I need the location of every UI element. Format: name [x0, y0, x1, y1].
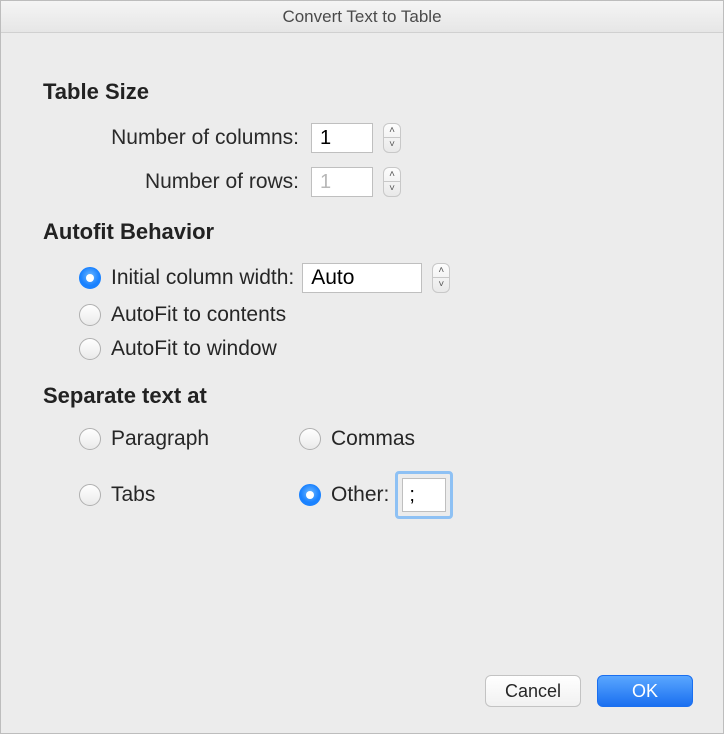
- cell-other: Other:: [299, 471, 619, 519]
- label-autofit-contents: AutoFit to contents: [111, 303, 286, 327]
- radio-tabs[interactable]: [79, 484, 101, 506]
- label-number-of-columns: Number of columns:: [25, 126, 305, 150]
- section-heading-table-size: Table Size: [43, 79, 699, 105]
- dialog-title: Convert Text to Table: [1, 1, 723, 33]
- ok-button[interactable]: OK: [597, 675, 693, 707]
- radio-initial-column-width[interactable]: [79, 267, 101, 289]
- cell-paragraph: Paragraph: [79, 427, 299, 451]
- radio-other[interactable]: [299, 484, 321, 506]
- radio-row-initial-width: Initial column width: ˄ ˅: [79, 263, 699, 293]
- cell-commas: Commas: [299, 427, 619, 451]
- cancel-button[interactable]: Cancel: [485, 675, 581, 707]
- stepper-up-icon[interactable]: ˄: [433, 264, 449, 278]
- stepper-rows[interactable]: ˄ ˅: [383, 167, 401, 197]
- row-rows: Number of rows: ˄ ˅: [25, 167, 699, 197]
- radio-row-autofit-contents: AutoFit to contents: [79, 303, 699, 327]
- separate-grid: Paragraph Commas Tabs Other:: [79, 427, 699, 519]
- section-heading-separate: Separate text at: [43, 383, 699, 409]
- input-initial-column-width[interactable]: [302, 263, 422, 293]
- radio-commas[interactable]: [299, 428, 321, 450]
- label-tabs: Tabs: [111, 483, 155, 507]
- label-other: Other:: [331, 483, 389, 507]
- dialog-buttons: Cancel OK: [485, 675, 693, 707]
- dialog-window: Convert Text to Table Table Size Number …: [0, 0, 724, 734]
- stepper-initial-width[interactable]: ˄ ˅: [432, 263, 450, 293]
- stepper-columns[interactable]: ˄ ˅: [383, 123, 401, 153]
- label-commas: Commas: [331, 427, 415, 451]
- label-paragraph: Paragraph: [111, 427, 209, 451]
- row-columns: Number of columns: ˄ ˅: [25, 123, 699, 153]
- label-initial-column-width: Initial column width:: [111, 266, 294, 290]
- input-other-separator[interactable]: [402, 478, 446, 512]
- stepper-down-icon[interactable]: ˅: [384, 138, 400, 152]
- input-number-of-rows: [311, 167, 373, 197]
- radio-row-autofit-window: AutoFit to window: [79, 337, 699, 361]
- label-autofit-window: AutoFit to window: [111, 337, 277, 361]
- stepper-up-icon[interactable]: ˄: [384, 168, 400, 182]
- cell-tabs: Tabs: [79, 471, 299, 519]
- stepper-down-icon[interactable]: ˅: [384, 182, 400, 196]
- section-heading-autofit: Autofit Behavior: [43, 219, 699, 245]
- radio-autofit-window[interactable]: [79, 338, 101, 360]
- stepper-up-icon[interactable]: ˄: [384, 124, 400, 138]
- input-number-of-columns[interactable]: [311, 123, 373, 153]
- dialog-content: Table Size Number of columns: ˄ ˅ Number…: [1, 33, 723, 519]
- radio-paragraph[interactable]: [79, 428, 101, 450]
- stepper-down-icon[interactable]: ˅: [433, 278, 449, 292]
- focus-ring: [395, 471, 453, 519]
- label-number-of-rows: Number of rows:: [25, 170, 305, 194]
- radio-autofit-contents[interactable]: [79, 304, 101, 326]
